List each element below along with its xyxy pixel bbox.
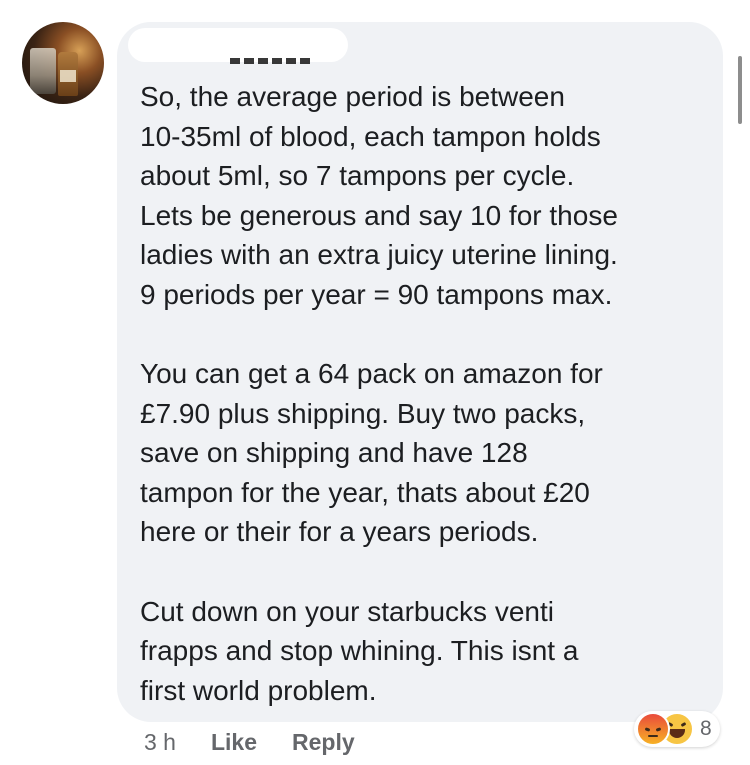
redacted-name-residue	[230, 58, 314, 64]
comment-timestamp[interactable]: 3 h	[144, 729, 176, 756]
scrollbar[interactable]	[738, 56, 742, 124]
comment-paragraph-2: You can get a 64 pack on amazon for £7.9…	[140, 358, 603, 547]
reaction-count: 8	[700, 717, 712, 740]
avatar-glass-shape	[30, 48, 56, 94]
comment-paragraph-3: Cut down on your starbucks venti frapps …	[140, 595, 579, 706]
like-button[interactable]: Like	[211, 729, 257, 756]
avatar[interactable]	[22, 22, 104, 104]
redacted-commenter-name	[128, 28, 348, 62]
comment-text: So, the average period is between 10-35m…	[140, 77, 700, 710]
reaction-summary[interactable]: 8	[634, 711, 720, 747]
comment-actions: 3 h Like Reply	[144, 726, 355, 758]
comment-paragraph-1: So, the average period is between 10-35m…	[140, 81, 618, 310]
angry-icon	[636, 712, 670, 746]
reply-button[interactable]: Reply	[292, 729, 355, 756]
avatar-bottle-label-shape	[60, 70, 76, 82]
